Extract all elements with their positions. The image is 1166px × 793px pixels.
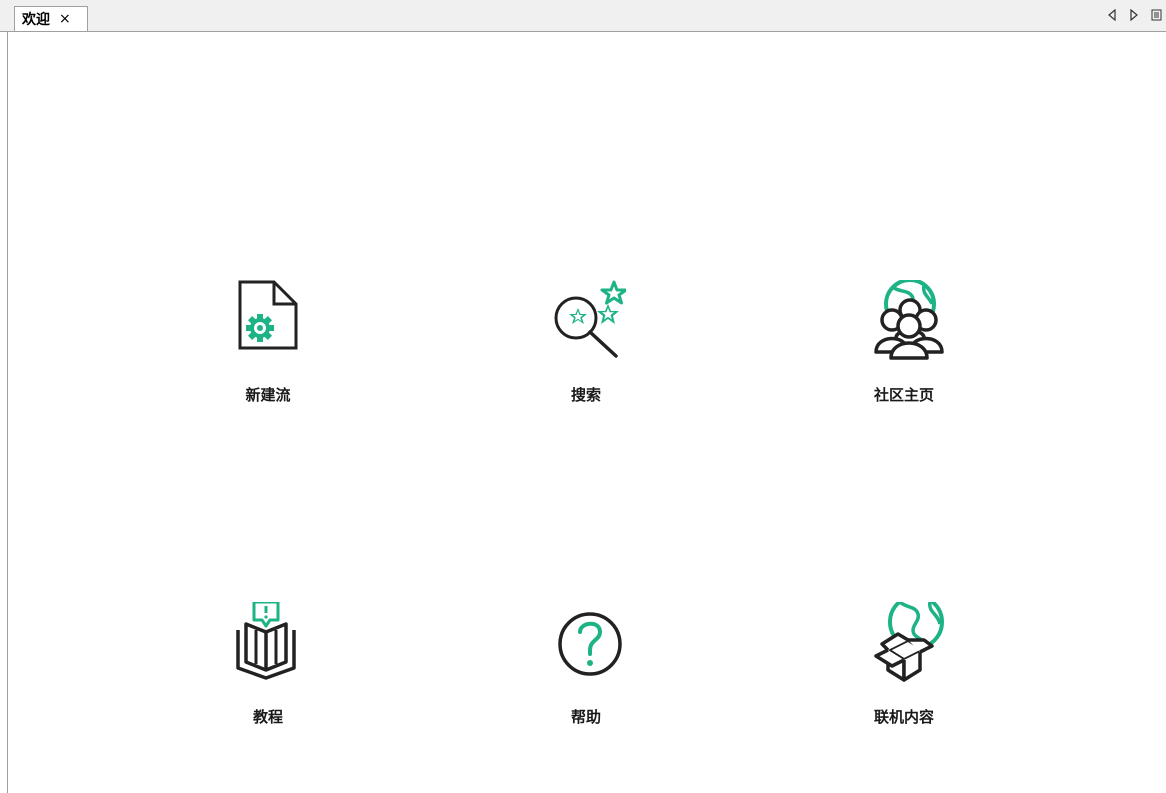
help-question-icon: [546, 602, 626, 682]
list-menu-icon[interactable]: [1150, 8, 1162, 22]
tile-tutorials[interactable]: 教程: [188, 600, 348, 742]
tile-label: 教程: [252, 708, 283, 726]
community-globe-people-icon: [864, 278, 944, 360]
search-stars-icon: [546, 280, 628, 360]
tile-search[interactable]: 搜索: [506, 280, 666, 420]
tile-new-flow[interactable]: 新建流: [188, 280, 348, 420]
book-notification-icon: [228, 600, 308, 682]
tab-navigation: [1106, 8, 1162, 22]
tab-bar-divider: [0, 31, 1166, 32]
tab-close-button[interactable]: ×: [59, 12, 71, 26]
online-box-globe-icon: [864, 594, 944, 682]
triangle-left-icon[interactable]: [1106, 8, 1118, 22]
tile-label: 新建流: [245, 386, 291, 404]
triangle-right-icon[interactable]: [1128, 8, 1140, 22]
welcome-window: 欢迎 × 新建流 搜索 社区主页 教程 帮助 联机内容: [0, 0, 1166, 793]
tile-online-content[interactable]: 联机内容: [824, 594, 984, 742]
tab-label: 欢迎: [22, 12, 50, 28]
tile-help[interactable]: 帮助: [506, 602, 666, 742]
panel-left-border: [7, 32, 8, 793]
tab-welcome[interactable]: 欢迎 ×: [14, 6, 88, 32]
tile-label: 社区主页: [873, 386, 934, 404]
new-document-gear-icon: [228, 280, 308, 360]
tile-label: 联机内容: [873, 708, 934, 726]
tile-label: 搜索: [570, 386, 601, 404]
tile-community-home[interactable]: 社区主页: [824, 278, 984, 420]
tile-label: 帮助: [570, 708, 601, 726]
tab-bar: 欢迎 ×: [0, 0, 1166, 32]
